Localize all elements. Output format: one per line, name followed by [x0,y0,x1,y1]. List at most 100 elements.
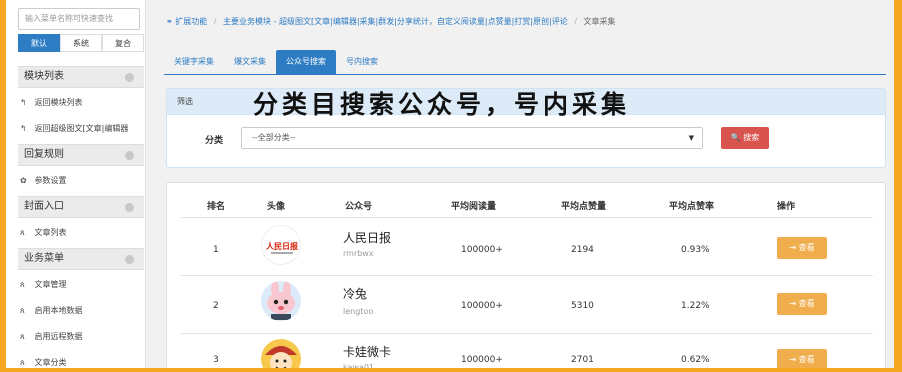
login-icon: ⇥ [789,355,797,364]
sidebar-tabs: 默认 系统 复合 [18,34,144,52]
sidebar-item-local-data[interactable]: ጰ 启用本地数据 [18,300,146,322]
sidebar-item-label: 返回超级图文[文章|编辑器 [34,124,129,133]
row2-rank: 2 [213,301,219,311]
search-icon: 🔍 [730,133,741,142]
sidebar-tab-system[interactable]: 系统 [60,34,102,52]
rabbit-avatar-icon [261,281,301,321]
sidebar-item-label: 返回模块列表 [34,98,83,107]
breadcrumb-item-module[interactable]: 主要业务模块 - 超级图文[文章|编辑器|采集|群发|分享统计，自定义阅读量|点… [223,17,568,26]
sidebar-item-back-article[interactable]: ↰ 返回超级图文[文章|编辑器 [18,118,146,140]
sidebar-item-label: 参数设置 [34,176,67,185]
sidebar-tab-composite[interactable]: 复合 [102,34,144,52]
row1-avg-like: 2194 [571,245,594,255]
row1-account-id: rmrbwx [343,249,374,258]
sidebar-tab-default[interactable]: 默认 [18,34,60,52]
sidebar-item-label: 文章列表 [34,228,67,237]
breadcrumb-item-current: 文章采集 [583,17,616,26]
sidebar-group-cover[interactable]: 封面入口 [18,196,144,218]
sidebar-item-settings[interactable]: ✿ 参数设置 [18,170,146,192]
column-header-action: 操作 [777,202,796,212]
column-header-rank: 排名 [207,202,226,212]
row3-account-id: kawa01 [343,363,375,368]
row3-like-rate: 0.62% [681,355,710,365]
search-button-label: 搜索 [743,133,760,142]
rmrb-logo-icon: 人民日报 [263,227,300,264]
row3-avg-like: 2701 [571,355,594,365]
back-icon: ↰ [20,98,27,107]
collapse-icon [125,73,134,82]
login-icon: ⇥ [789,243,797,252]
sidebar-item-label: 文章分类 [34,358,67,367]
search-button[interactable]: 🔍 搜索 [721,127,769,149]
sidebar: 输入菜单名称可快速查找 默认 系统 复合 模块列表 ↰ 返回模块列表 ↰ 返回超… [6,0,146,368]
breadcrumb: ⚭ 扩展功能 / 主要业务模块 - 超级图文[文章|编辑器|采集|群发|分享统计… [166,16,616,27]
view-button-label: 查看 [798,243,815,252]
sitemap-icon: ጰ [20,332,25,341]
sidebar-group-label: 回复规则 [24,149,64,160]
sidebar-item-article-manage[interactable]: ጰ 文章管理 [18,274,146,296]
sidebar-group-business[interactable]: 业务菜单 [18,248,144,270]
tab-account-search[interactable]: 公众号搜索 [276,50,336,74]
overlay-caption: 分类目搜索公众号，号内采集 [253,90,631,119]
row2-account-id: lengtoo [343,307,374,316]
category-label: 分类 [205,136,224,146]
filter-panel: 筛选 分类目搜索公众号，号内采集 分类 --全部分类-- ▼ 🔍 搜索 [166,88,886,168]
tab-hot-article-collect[interactable]: 爆文采集 [224,50,276,74]
sidebar-group-label: 模块列表 [24,71,64,82]
breadcrumb-separator: / [213,17,217,26]
category-select[interactable]: --全部分类-- ▼ [241,127,703,149]
sidebar-group-label: 封面入口 [24,201,64,212]
sidebar-group-modules[interactable]: 模块列表 [18,66,144,88]
view-button-label: 查看 [798,299,815,308]
row-divider [181,333,873,334]
view-button-label: 查看 [798,355,815,364]
breadcrumb-item-extensions[interactable]: 扩展功能 [175,17,207,26]
sidebar-group-reply[interactable]: 回复规则 [18,144,144,166]
row2-view-button[interactable]: ⇥ 查看 [777,293,827,315]
row2-like-rate: 1.22% [681,301,710,311]
app-frame: 输入菜单名称可快速查找 默认 系统 复合 模块列表 ↰ 返回模块列表 ↰ 返回超… [6,0,894,368]
row1-avg-read: 100000+ [461,245,503,255]
row2-avg-like: 5310 [571,301,594,311]
gear-icon: ✿ [20,176,27,185]
column-header-account: 公众号 [345,202,373,212]
sidebar-item-back-modules[interactable]: ↰ 返回模块列表 [18,92,146,114]
row3-account-name[interactable]: 卡娃微卡 [343,343,391,360]
sidebar-item-label: 启用本地数据 [34,306,83,315]
sidebar-item-label: 文章管理 [34,280,67,289]
sidebar-search-input[interactable]: 输入菜单名称可快速查找 [18,8,140,30]
login-icon: ⇥ [789,299,797,308]
row3-view-button[interactable]: ⇥ 查看 [777,349,827,368]
sitemap-icon: ጰ [20,228,25,237]
back-icon: ↰ [20,124,27,133]
row2-avatar [261,281,301,321]
sidebar-item-article-list[interactable]: ጰ 文章列表 [18,222,146,244]
row1-rank: 1 [213,245,219,255]
row1-account-name[interactable]: 人民日报 [343,229,391,246]
rmrb-logo-text: 人民日报 [266,241,298,251]
sitemap-icon: ጰ [20,306,25,315]
row2-avg-read: 100000+ [461,301,503,311]
category-select-value: --全部分类-- [252,133,296,142]
tab-divider [164,74,886,75]
breadcrumb-separator: / [574,17,577,26]
row1-like-rate: 0.93% [681,245,710,255]
sidebar-item-article-category[interactable]: ጰ 文章分类 [18,352,146,368]
sitemap-icon: ጰ [20,358,25,367]
column-header-avatar: 头像 [267,202,286,212]
link-icon: ⚭ [166,17,173,26]
cartoon-avatar-icon [261,339,301,368]
row3-avatar [261,339,301,368]
row1-view-button[interactable]: ⇥ 查看 [777,237,827,259]
row1-avatar: 人民日报 [261,225,301,265]
tab-in-account-search[interactable]: 号内搜索 [336,50,388,74]
row3-avg-read: 100000+ [461,355,503,365]
sidebar-item-remote-data[interactable]: ጰ 启用远程数据 [18,326,146,348]
sidebar-item-label: 启用远程数据 [34,332,83,341]
row-divider [181,275,873,276]
account-table: 排名 头像 公众号 平均阅读量 平均点赞量 平均点赞率 操作 1 人民日报 人民… [166,182,886,368]
header-divider [181,217,873,218]
tab-keyword-collect[interactable]: 关键字采集 [164,50,224,74]
row2-account-name[interactable]: 冷兔 [343,285,367,302]
collapse-icon [125,255,134,264]
